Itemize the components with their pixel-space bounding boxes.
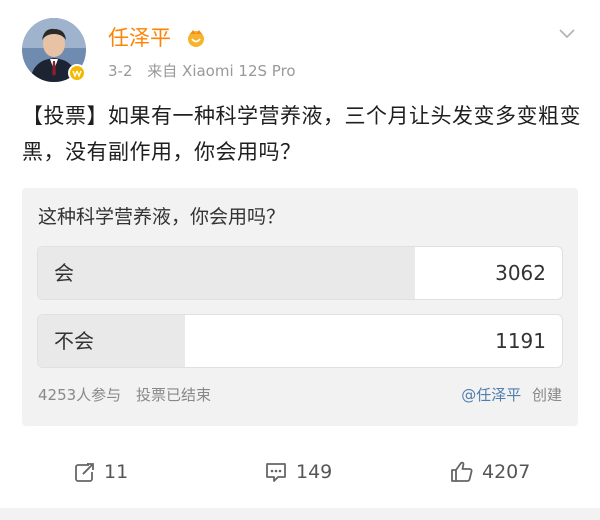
author-name[interactable]: 任泽平 — [108, 24, 171, 52]
poll-question: 这种科学营养液，你会用吗？ — [38, 206, 286, 228]
like-button[interactable]: 4207 — [450, 448, 530, 496]
poll-stats: 4253人参与 投票已结束 — [38, 384, 211, 406]
verified-badge-icon — [68, 64, 86, 82]
poll-creator-mention[interactable]: @任泽平 — [461, 386, 521, 404]
poll-creator: @任泽平 创建 — [461, 384, 562, 406]
post-source: 来自 Xiaomi 12S Pro — [147, 62, 296, 80]
comment-button[interactable]: 149 — [264, 448, 332, 496]
thumbs-up-icon — [451, 461, 473, 482]
post-text: 【投票】如果有一种科学营养液，三个月让头发变多变粗变黑，没有副作用，你会用吗？ — [22, 104, 581, 164]
poll-option-yes-fill — [38, 247, 416, 299]
action-bar: 11 149 4207 — [0, 448, 600, 496]
poll-option-count: 3062 — [495, 261, 546, 285]
poll-option-label: 不会 — [54, 329, 94, 353]
poll-status: 投票已结束 — [135, 386, 211, 404]
like-count: 4207 — [482, 461, 531, 483]
poll-option-yes[interactable]: 会 3062 — [37, 246, 563, 300]
repost-button[interactable]: 11 — [74, 448, 128, 496]
poll-card: 这种科学营养液，你会用吗？ 会 3062 不会 1191 4253人参与 投票已… — [22, 188, 578, 426]
chevron-down-icon[interactable] — [558, 26, 576, 40]
weibo-post: 任泽平 3-2 来自 Xiaomi 12S Pro 【投票】如果有一种科学营养液… — [0, 0, 600, 520]
poll-created-label: 创建 — [531, 386, 562, 404]
poll-option-label: 会 — [54, 261, 74, 285]
poll-participants: 4253人参与 — [38, 386, 122, 404]
comment-count: 149 — [296, 461, 333, 483]
fan-badge-icon[interactable] — [186, 28, 206, 48]
post-meta: 3-2 来自 Xiaomi 12S Pro — [108, 60, 296, 82]
post-date: 3-2 — [108, 62, 133, 80]
bottom-divider — [0, 508, 600, 520]
poll-option-no[interactable]: 不会 1191 — [37, 314, 563, 368]
poll-option-count: 1191 — [495, 329, 546, 353]
repost-count: 11 — [104, 461, 129, 483]
repost-icon — [75, 462, 96, 482]
comment-icon — [266, 463, 286, 482]
